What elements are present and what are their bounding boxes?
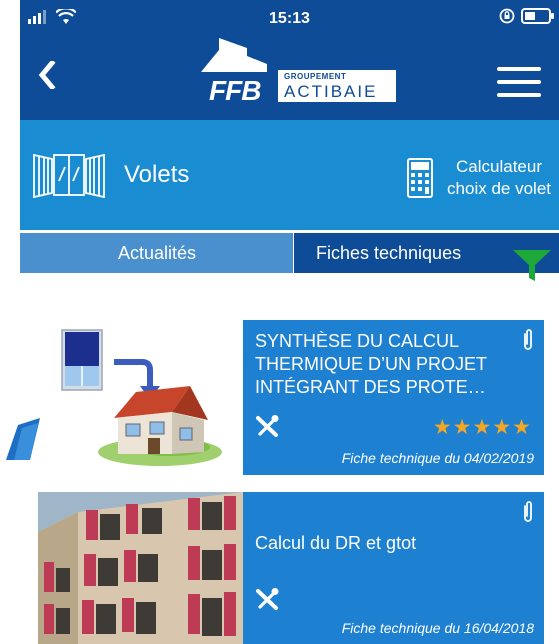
logo-building-icon	[201, 38, 267, 72]
category-band: Volets Calculateur choix de volet	[20, 120, 559, 230]
orientation-lock-icon	[499, 8, 515, 24]
filter-funnel-icon	[513, 250, 551, 281]
attachment-button[interactable]	[522, 328, 534, 357]
house-window-illustration	[61, 329, 222, 466]
ffb-actibaie-logo: FFB GROUPEMENT ACTIBAIE	[195, 38, 425, 106]
logo-actibaie-text: ACTIBAIE	[284, 82, 378, 101]
battery-icon	[521, 8, 554, 24]
side-decoration	[0, 300, 44, 460]
volets-label: Volets	[124, 161, 190, 188]
filter-button[interactable]	[513, 250, 551, 287]
fiche-card[interactable]: SYNTHÈSE DU CALCUL THERMIQUE D’UN PROJET…	[243, 320, 544, 475]
card-date: Fiche technique du 04/02/2019	[341, 450, 534, 466]
paperclip-icon	[524, 329, 532, 350]
fiche-card[interactable]: Calcul du DR et gtot Fiche technique du …	[243, 492, 544, 644]
card-title: SYNTHÈSE DU CALCUL THERMIQUE D’UN PROJET…	[255, 331, 487, 397]
calculator-icon	[407, 158, 434, 198]
tab-actualites[interactable]: Actualités	[20, 230, 294, 273]
menu-button[interactable]	[497, 67, 541, 99]
chevron-left-icon	[38, 59, 56, 91]
status-time: 15:13	[269, 10, 310, 27]
calculator-label: Calculateur choix de volet	[447, 156, 551, 200]
attachment-button[interactable]	[522, 500, 534, 529]
back-button[interactable]	[38, 59, 56, 96]
card-date: Fiche technique du 16/04/2018	[341, 620, 534, 636]
calculator-label-line2: choix de volet	[447, 179, 551, 198]
card-thumbnail-house[interactable]	[50, 322, 225, 472]
paperclip-icon	[524, 501, 532, 522]
card-title: Calcul du DR et gtot	[255, 533, 417, 553]
logo-ffb-text: FFB	[209, 75, 261, 106]
tools-button[interactable]	[255, 415, 279, 442]
logo-actibaie-box: GROUPEMENT ACTIBAIE	[278, 70, 396, 102]
app-header: 15:13 FFB GROUPEMENT ACTIBAIE	[20, 0, 559, 120]
rating-stars: ★★★★★	[432, 416, 532, 439]
tools-icon	[256, 415, 279, 437]
building-facade-photo	[38, 492, 243, 644]
volets-category-button[interactable]: Volets	[32, 138, 189, 212]
calculator-label-line1: Calculateur	[456, 157, 543, 176]
status-right	[499, 8, 554, 24]
card-thumbnail-building[interactable]	[38, 492, 243, 644]
window-shutter-icon	[33, 153, 105, 199]
tools-icon	[256, 588, 279, 610]
status-bar: 15:13	[20, 0, 559, 40]
logo-groupement-text: GROUPEMENT	[284, 72, 347, 81]
tools-button[interactable]	[255, 588, 279, 615]
calculator-button[interactable]: Calculateur choix de volet	[407, 150, 551, 206]
